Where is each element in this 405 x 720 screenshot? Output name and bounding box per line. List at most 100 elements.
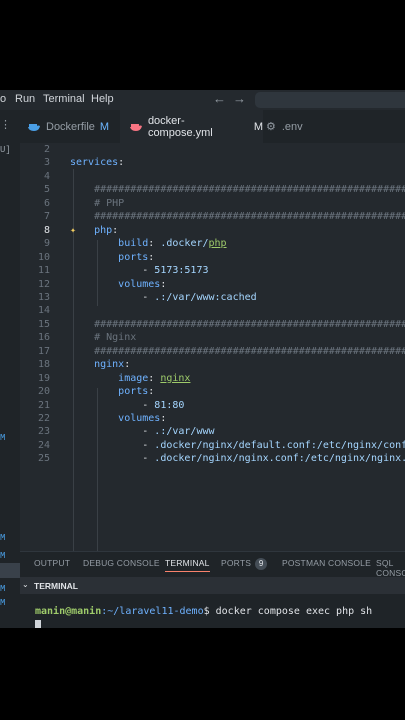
code-line[interactable]: 20 ports: [20, 385, 405, 398]
code-text: - .docker/nginx/nginx.conf:/etc/nginx/ng… [142, 453, 405, 465]
back-arrow-icon[interactable]: ← [213, 91, 226, 106]
code-line[interactable]: 5 ######################################… [20, 183, 405, 196]
terminal-title: TERMINAL [34, 581, 78, 591]
terminal-prompt-line[interactable]: manin@manin:~/laravel11-demo$ docker com… [35, 606, 372, 617]
command-center-search[interactable] [255, 92, 405, 108]
code-line[interactable]: 7 ######################################… [20, 210, 405, 223]
explorer-badge: M [0, 433, 6, 443]
code-text: volumes: [118, 278, 167, 290]
code-text: - .docker/nginx/default.conf:/etc/nginx/… [142, 439, 405, 451]
code-line[interactable]: 24 - .docker/nginx/default.conf:/etc/ngi… [20, 439, 405, 452]
code-text: - 5173:5173 [142, 265, 209, 277]
line-number: 5 [43, 184, 50, 196]
prompt-user: manin@manin [35, 606, 102, 617]
code-text: nginx: [94, 359, 131, 371]
panel-tab-postman-console[interactable]: POSTMAN CONSOLE [282, 558, 371, 568]
code-text: - .:/var/www [142, 426, 215, 438]
panel-tab-debug-console[interactable]: DEBUG CONSOLE [83, 558, 160, 568]
code-line[interactable]: 17 #####################################… [20, 345, 405, 358]
line-number: 12 [37, 278, 50, 290]
line-number: 6 [43, 197, 50, 209]
code-line[interactable]: 18 nginx: [20, 358, 405, 371]
line-number: 15 [37, 318, 50, 330]
panel-tab-sql-console[interactable]: SQL CONSOLE [376, 558, 405, 578]
terminal-cursor [35, 620, 41, 628]
panel-tab-ports-label: PORTS [221, 558, 252, 568]
chevron-down-icon: ⌄ [22, 580, 29, 589]
code-text: services: [70, 157, 125, 169]
menu-go[interactable]: o [0, 93, 6, 105]
line-number: 14 [37, 305, 50, 317]
code-line[interactable]: 16 # Nginx [20, 331, 405, 344]
code-line[interactable]: 9 build: .docker/php [20, 237, 405, 250]
code-text: # Nginx [94, 332, 137, 344]
tab-dockerfile-status: M [99, 120, 110, 133]
code-line[interactable]: 11 - 5173:5173 [20, 264, 405, 277]
ports-count-badge: 9 [255, 558, 268, 570]
code-line[interactable]: 12 volumes: [20, 278, 405, 291]
line-number: 16 [37, 332, 50, 344]
code-line[interactable]: 21 - 81:80 [20, 399, 405, 412]
tab-dockerfile[interactable]: Dockerfile M [22, 110, 112, 143]
gear-icon: ⚙ [266, 121, 276, 133]
code-line[interactable]: 19 image: nginx [20, 372, 405, 385]
line-number: 25 [37, 453, 50, 465]
code-line[interactable]: 13 - .:/var/www:cached [20, 291, 405, 304]
vscode-window: o Run Terminal Help ← → ⋮ Dockerfile M d… [0, 90, 405, 628]
line-number: 22 [37, 413, 50, 424]
line-number: 18 [37, 359, 50, 371]
menu-terminal[interactable]: Terminal [43, 93, 85, 105]
menu-help[interactable]: Help [91, 93, 114, 105]
code-line[interactable]: 2 [20, 143, 405, 156]
code-line[interactable]: 15 #####################################… [20, 318, 405, 331]
line-number: 9 [43, 238, 50, 250]
code-text: ########################################… [94, 184, 405, 196]
code-text: # PHP [94, 197, 125, 209]
code-line[interactable]: 25 - .docker/nginx/nginx.conf:/etc/nginx… [20, 452, 405, 465]
line-number: 24 [37, 439, 50, 451]
code-text: ########################################… [94, 211, 405, 223]
code-line[interactable]: 22 volumes: [20, 412, 405, 425]
code-line[interactable]: 14 [20, 304, 405, 317]
code-text: volumes: [118, 413, 167, 424]
explorer-badge: M [0, 584, 6, 594]
line-number: 7 [43, 211, 50, 223]
sparkle-icon[interactable]: ✦ [70, 224, 76, 237]
explorer-selected-item[interactable] [0, 563, 20, 578]
explorer-badge: M [0, 533, 6, 543]
menu-run[interactable]: Run [15, 93, 35, 105]
explorer-sidebar: U] M M M M M [0, 143, 21, 628]
code-line[interactable]: 6 # PHP [20, 197, 405, 210]
panel-tab-ports[interactable]: PORTS 9 [221, 558, 268, 570]
panel-tab-output[interactable]: OUTPUT [34, 558, 70, 568]
bottom-panel: OUTPUT DEBUG CONSOLE TERMINAL PORTS 9 POS… [20, 551, 405, 628]
line-number: 19 [37, 372, 50, 384]
terminal-command: docker compose exec php sh [209, 606, 373, 617]
line-number: 13 [37, 291, 50, 303]
docker-compose-icon [130, 123, 142, 131]
docker-icon [28, 123, 40, 131]
code-text: ########################################… [94, 345, 405, 357]
forward-arrow-icon[interactable]: → [233, 91, 246, 106]
editor-tab-bar: ⋮ Dockerfile M docker-compose.yml M ⚙ .e… [0, 110, 405, 144]
tab-docker-compose-label: docker-compose.yml [147, 114, 213, 139]
panel-tab-terminal[interactable]: TERMINAL [165, 558, 210, 572]
tab-dockerfile-label: Dockerfile [46, 120, 95, 133]
code-editor[interactable]: 2 3 services: 4 5 ##########################… [20, 143, 405, 551]
code-line[interactable]: 23 - .:/var/www [20, 425, 405, 438]
code-text: ports: [118, 386, 155, 398]
code-text: - 81:80 [142, 399, 185, 411]
code-line[interactable]: 4 [20, 170, 405, 183]
code-line[interactable]: 10 ports: [20, 251, 405, 264]
terminal-header[interactable]: ⌄ TERMINAL [20, 577, 405, 594]
line-number: 11 [37, 265, 50, 277]
code-line[interactable]: 3 services: [20, 156, 405, 169]
line-number: 20 [37, 386, 50, 398]
explorer-badge: M [0, 551, 6, 561]
line-number: 17 [37, 345, 50, 357]
more-icon[interactable]: ⋮ [0, 118, 11, 131]
code-line[interactable]: 8 php: ✦ [20, 224, 405, 237]
tab-env-label: .env [281, 120, 303, 133]
tab-docker-compose[interactable]: docker-compose.yml M [120, 110, 263, 144]
tab-env[interactable]: ⚙ .env [262, 110, 326, 143]
